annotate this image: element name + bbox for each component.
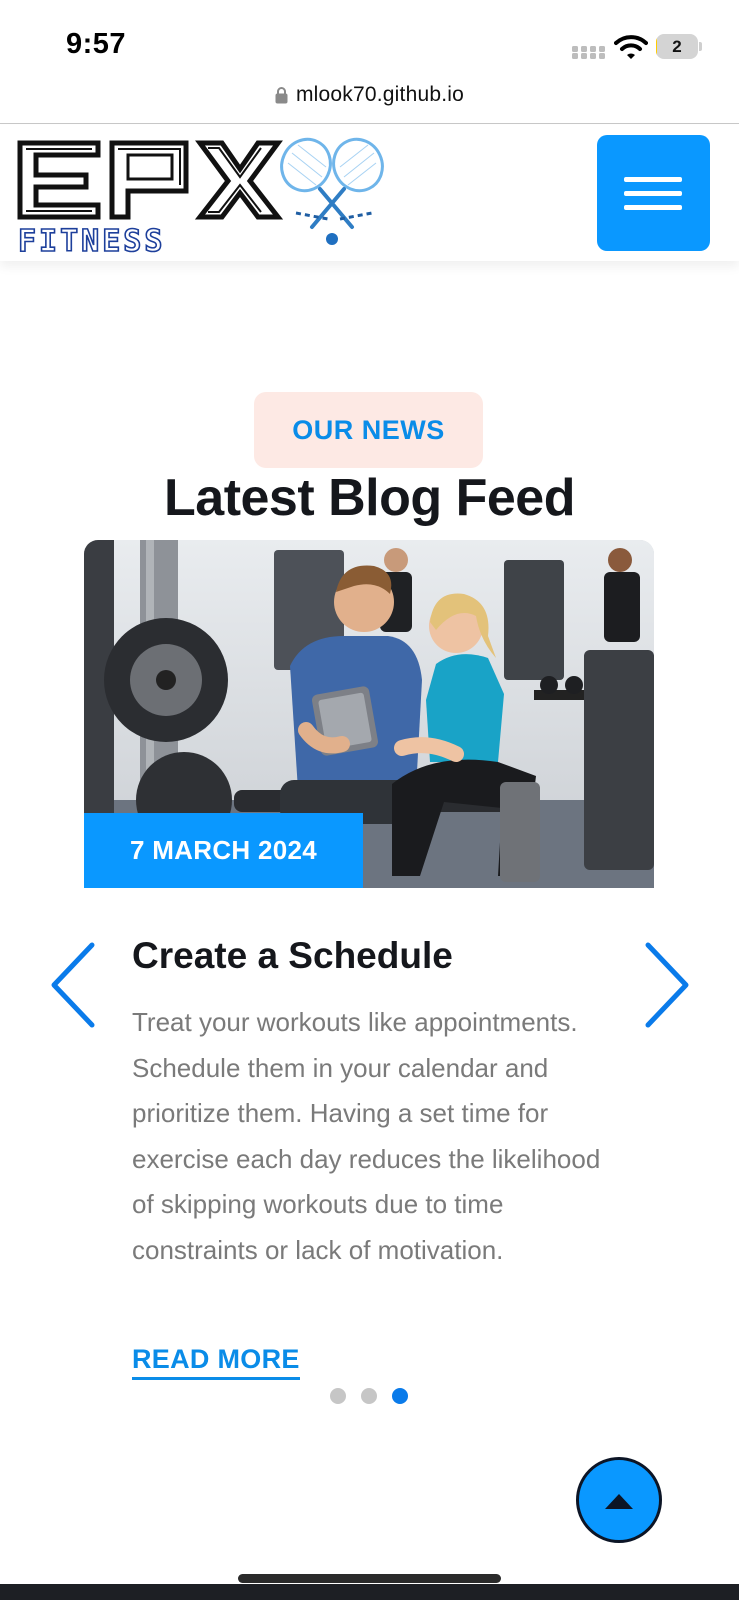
epx-fitness-logo[interactable]: FITNESS	[16, 135, 394, 253]
chevron-right-icon[interactable]	[636, 935, 696, 1035]
status-time: 9:57	[66, 28, 127, 60]
chevron-left-icon[interactable]	[44, 935, 104, 1035]
section-badge: OUR NEWS	[254, 392, 483, 468]
wifi-icon	[614, 35, 648, 59]
post-date: 7 MARCH 2024	[129, 835, 318, 865]
carousel-dot-2[interactable]	[361, 1388, 377, 1404]
url-text[interactable]: mlook70.github.io	[296, 83, 464, 107]
battery-icon: 2	[656, 34, 702, 59]
carousel-dot-3[interactable]	[392, 1388, 408, 1404]
lock-icon	[275, 87, 288, 104]
svg-text:FITNESS: FITNESS	[18, 224, 165, 253]
post-date-badge: 7 MARCH 2024	[84, 813, 363, 888]
arrow-up-icon	[605, 1494, 633, 1509]
carousel-pagination	[330, 1388, 408, 1404]
bottom-toolbar-strip	[0, 1584, 739, 1600]
section-title: Latest Blog Feed	[164, 469, 575, 527]
cellular-signal-icon	[572, 40, 606, 59]
scroll-to-top-button[interactable]	[576, 1457, 662, 1543]
post-title[interactable]: Create a Schedule	[132, 935, 453, 977]
home-indicator[interactable]	[238, 1574, 501, 1583]
carousel-dot-1[interactable]	[330, 1388, 346, 1404]
site-header: FITNESS	[0, 125, 739, 261]
battery-level: 2	[672, 37, 682, 56]
status-bar: 9:57 2	[0, 0, 739, 80]
section-badge-text: OUR NEWS	[292, 414, 445, 445]
hamburger-menu-button[interactable]	[597, 135, 710, 251]
post-excerpt: Treat your workouts like appointments. S…	[132, 1007, 601, 1265]
hamburger-menu-icon	[624, 177, 682, 182]
browser-url-bar[interactable]: mlook70.github.io	[0, 80, 739, 124]
read-more-link[interactable]: READ MORE	[132, 1344, 300, 1380]
